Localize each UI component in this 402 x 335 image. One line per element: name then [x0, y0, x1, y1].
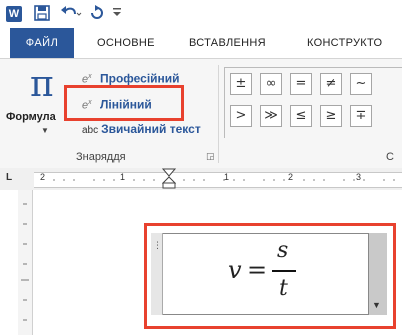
tab-home[interactable]: ОСНОВНЕ [97, 28, 155, 58]
customize-icon[interactable] [112, 5, 122, 23]
group-symbols-label: С [386, 151, 394, 163]
symbol-plus-minus[interactable]: ± [230, 73, 252, 95]
formula-dropdown-icon[interactable]: ▼ [41, 126, 49, 135]
symbol-not-equal[interactable]: ≠ [320, 73, 342, 95]
option-normal-text[interactable]: abc Звичайний текст [82, 119, 201, 139]
dialog-launcher-icon[interactable]: ◲ [206, 151, 215, 162]
equation-options-icon[interactable]: ▼ [372, 300, 381, 310]
ruler-number: 3 [356, 172, 362, 182]
horizontal-ruler: L 2 1 1 2 3 [0, 168, 402, 191]
tab-stop-icon[interactable]: L [6, 172, 16, 184]
ruler-strip [34, 172, 402, 188]
fraction-bar [272, 270, 296, 272]
ruler-number: 2 [288, 172, 294, 182]
formula-label[interactable]: Формула [6, 111, 56, 123]
word-logo-icon: W [6, 6, 22, 22]
ruler-number: 2 [40, 172, 46, 182]
equation-lhs: v [228, 256, 242, 284]
equation-operator: = [247, 256, 268, 284]
option-professional[interactable]: ex Професійний [82, 67, 180, 87]
quick-access-toolbar: W [0, 0, 402, 28]
ribbon-panel: π Формула ▼ ex Професійний ex Лінійний abc… [0, 59, 402, 169]
symbol-less-equal[interactable]: ≤ [290, 105, 312, 127]
vertical-ruler [18, 190, 33, 335]
symbol-tilde[interactable]: ~ [350, 73, 372, 95]
option-normal-text-label: Звичайний текст [101, 122, 201, 136]
ruler-number: 1 [120, 172, 126, 182]
tab-file[interactable]: ФАЙЛ [10, 28, 74, 58]
undo-icon[interactable] [60, 5, 82, 23]
symbol-infinity[interactable]: ∞ [260, 73, 282, 95]
option-professional-label: Професійний [100, 71, 180, 86]
symbol-equals[interactable]: = [290, 73, 312, 95]
equation-container[interactable] [151, 233, 386, 315]
save-icon[interactable] [34, 5, 50, 23]
normal-text-icon: abc [82, 125, 99, 136]
group-divider [218, 65, 219, 163]
drag-handle-icon[interactable]: ⋮ [153, 240, 162, 251]
symbol-greater[interactable]: > [230, 105, 252, 127]
equation-numerator: s [277, 238, 289, 263]
equation-denominator: t [279, 276, 288, 301]
ruler-number: 1 [224, 172, 230, 182]
symbol-greater-equal[interactable]: ≥ [320, 105, 342, 127]
symbol-minus-plus[interactable]: ∓ [350, 105, 372, 127]
linear-highlight [64, 85, 184, 121]
tab-insert[interactable]: ВСТАВЛЕННЯ [189, 28, 266, 58]
ribbon-tabs: ФАЙЛ ОСНОВНЕ ВСТАВЛЕННЯ КОНСТРУКТО [0, 28, 402, 59]
symbol-much-greater[interactable]: ≫ [260, 105, 282, 127]
group-tools-label: Знаряддя [76, 151, 126, 163]
tab-design[interactable]: КОНСТРУКТО [307, 28, 382, 58]
equation-pi-icon[interactable]: π [30, 65, 54, 105]
redo-icon[interactable] [88, 5, 108, 23]
